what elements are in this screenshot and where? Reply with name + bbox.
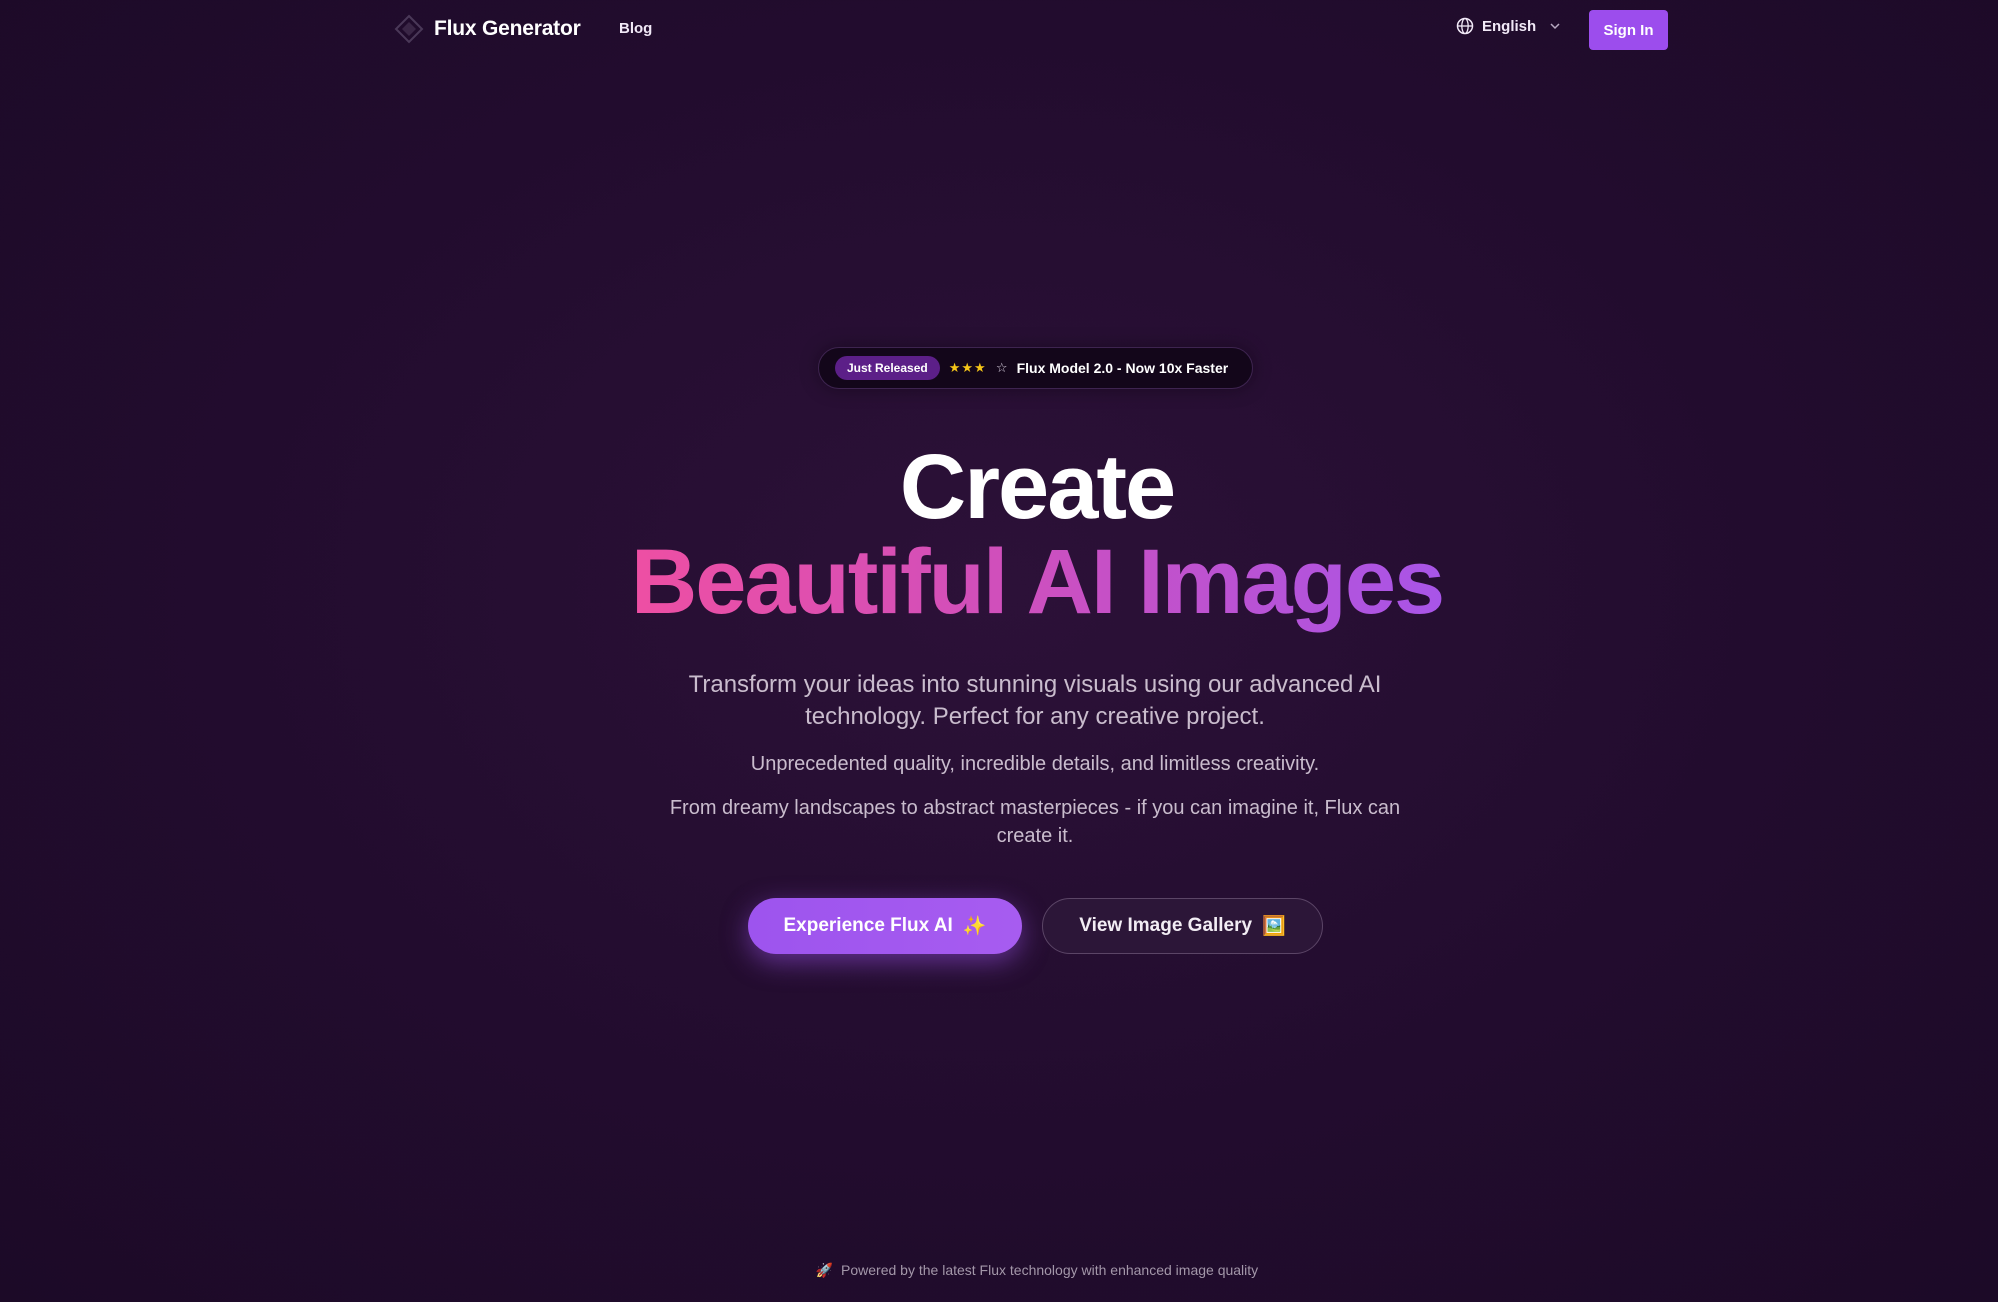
hero-description: From dreamy landscapes to abstract maste…: [669, 797, 1401, 847]
chevron-down-icon: [1550, 23, 1560, 30]
brand-logo[interactable]: Flux Generator: [394, 14, 581, 44]
sparkles-icon: ✨: [962, 916, 987, 937]
rating-stars: ★★★ ☆: [949, 360, 1009, 376]
view-gallery-label: View Image Gallery: [1079, 915, 1253, 936]
release-text: Flux Model 2.0 - Now 10x Faster: [1016, 360, 1229, 376]
language-selector[interactable]: English: [1456, 17, 1562, 35]
view-gallery-button[interactable]: View Image Gallery 🖼️: [1042, 898, 1323, 954]
top-nav: Flux Generator Blog English Sign In: [0, 0, 1998, 60]
powered-by-note: 🚀 Powered by the latest Flux technology …: [0, 1262, 1998, 1279]
experience-flux-label: Experience Flux AI: [783, 915, 953, 936]
empty-star-icon: ☆: [995, 360, 1009, 375]
powered-by-text: Powered by the latest Flux technology wi…: [841, 1262, 1259, 1278]
diamond-logo-icon: [394, 14, 424, 44]
hero-tagline: Unprecedented quality, incredible detail…: [750, 753, 1320, 775]
hero-subtitle: Transform your ideas into stunning visua…: [688, 671, 1382, 730]
hero-title-line2: Beautiful AI Images: [0, 522, 1998, 642]
just-released-pill: Just Released: [835, 356, 940, 380]
release-badge: Just Released ★★★ ☆ Flux Model 2.0 - Now…: [818, 347, 1253, 389]
language-label: English: [1482, 17, 1537, 35]
brand-name: Flux Generator: [434, 17, 581, 40]
sign-in-button[interactable]: Sign In: [1589, 10, 1668, 50]
hero-title-gradient-text: Beautiful AI Images: [630, 531, 1445, 633]
picture-icon: 🖼️: [1262, 916, 1286, 937]
experience-flux-button[interactable]: Experience Flux AI ✨: [748, 898, 1022, 954]
filled-stars-icon: ★★★: [948, 360, 987, 375]
rocket-icon: 🚀: [815, 1262, 834, 1278]
nav-link-blog[interactable]: Blog: [619, 20, 652, 37]
globe-icon: [1456, 17, 1474, 35]
